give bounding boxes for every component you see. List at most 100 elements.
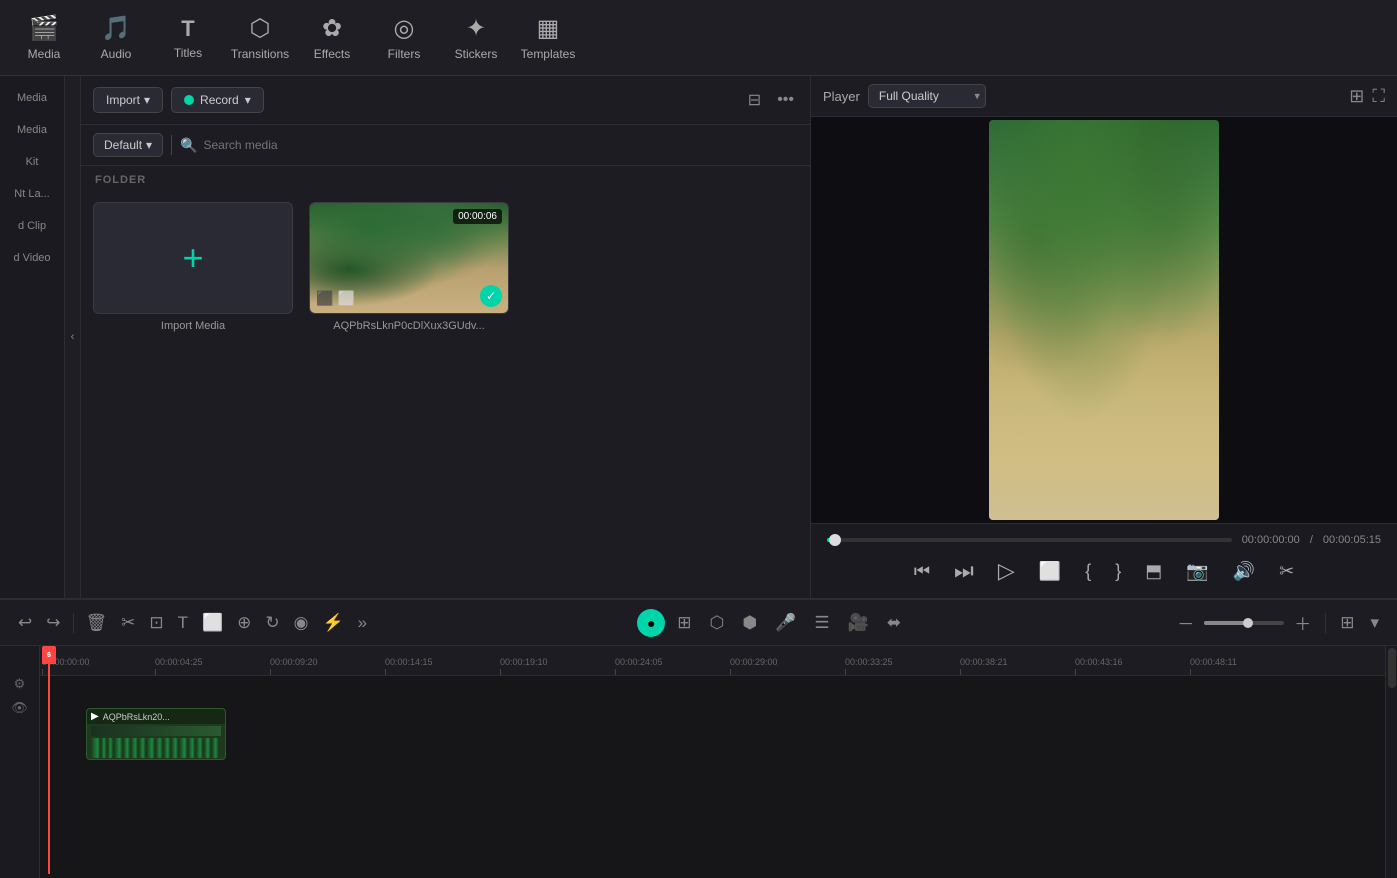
nav-item-effects[interactable]: ✿ Effects	[296, 3, 368, 73]
crop-button[interactable]: ✂	[1275, 557, 1298, 586]
more-options-button[interactable]: •••	[773, 87, 798, 113]
sidebar-item-media2[interactable]: Media	[3, 116, 61, 144]
timeline-mic-button[interactable]: 🎤	[769, 609, 802, 637]
playhead-line	[48, 664, 50, 874]
timeline-camera-button[interactable]: 🎥	[842, 609, 875, 637]
progress-thumb	[829, 534, 841, 546]
sort-chevron-icon: ▾	[146, 138, 152, 152]
quality-select[interactable]: Full Quality Half Quality Quarter Qualit…	[868, 84, 986, 108]
sidebar-item-video[interactable]: d Video	[3, 244, 61, 272]
timeline-shield-button[interactable]: ⬢	[736, 609, 763, 637]
progress-bar[interactable]	[827, 538, 1232, 542]
play-button[interactable]: ▷	[994, 554, 1019, 588]
time-separator: /	[1310, 534, 1313, 546]
timeline-lock-button[interactable]: ⬡	[704, 609, 731, 637]
video-thumb[interactable]: 00:00:06 ⬛ ⬜ ✓	[309, 202, 509, 314]
filters-icon: ◎	[394, 14, 415, 43]
redo-button[interactable]: ↪	[40, 609, 66, 637]
crop-timeline-button[interactable]: ⊡	[143, 609, 169, 637]
timeline-import-button[interactable]: ⬌	[881, 609, 907, 637]
video-card-label: AQPbRsLknP0cDlXux3GUdv...	[309, 320, 509, 332]
import-thumb[interactable]: +	[93, 202, 293, 314]
nav-label-templates: Templates	[521, 47, 576, 61]
grid-layout-button[interactable]: ⊞	[1334, 609, 1360, 637]
nav-label-media: Media	[28, 47, 61, 61]
ruler-mark-9: 00:00:43:16	[1075, 657, 1123, 675]
scrollbar-thumb[interactable]	[1388, 648, 1396, 688]
media-toolbar: Import ▾ Record ▾ ⊟ •••	[81, 76, 810, 125]
timeline-expand-button[interactable]: ▾	[1364, 609, 1385, 637]
ruler-mark-8: 00:00:38:21	[960, 657, 1008, 675]
zoom-slider[interactable]	[1204, 621, 1284, 625]
import-media-card[interactable]: + Import Media	[93, 202, 293, 332]
ruler-mark-2: 00:00:09:20	[270, 657, 318, 675]
main-body: Media Media Kit Nt La... d Clip d Video …	[0, 76, 1397, 598]
nav-item-transitions[interactable]: ⬡ Transitions	[224, 3, 296, 73]
default-sort-button[interactable]: Default ▾	[93, 133, 163, 157]
text-button[interactable]: T	[172, 609, 194, 637]
ruler-mark-5: 00:00:24:05	[615, 657, 663, 675]
main-record-button[interactable]: ●	[637, 609, 665, 637]
templates-icon: ▦	[537, 14, 560, 43]
undo-button[interactable]: ↩	[12, 609, 38, 637]
step-back-button[interactable]: ⏭	[950, 554, 978, 588]
timeline-main: 00:00:00:00 00:00:04:25 00:00:09:20 00:0…	[40, 646, 1385, 878]
track-eye-icon[interactable]: 👁	[11, 700, 28, 716]
motion-track-button[interactable]: ⊕	[231, 609, 257, 637]
record-button[interactable]: Record ▾	[171, 87, 264, 113]
chevron-left-icon: ‹	[71, 331, 75, 343]
nav-label-audio: Audio	[101, 47, 132, 61]
sidebar-collapse-button[interactable]: ‹	[65, 76, 81, 598]
delete-button[interactable]: 🗑	[80, 609, 114, 637]
current-time: 00:00:00:00	[1242, 534, 1300, 546]
more-tl-button[interactable]: »	[352, 609, 373, 637]
speed-button[interactable]: ↻	[259, 609, 285, 637]
quality-dropdown-wrapper[interactable]: Full Quality Half Quality Quarter Qualit…	[868, 84, 986, 108]
split-button[interactable]: ⬜	[196, 609, 229, 637]
total-time: 00:00:05:15	[1323, 534, 1381, 546]
zoom-in-button[interactable]: ＋	[1288, 606, 1317, 639]
media-search-row: Default ▾ 🔍	[81, 125, 810, 166]
nav-item-templates[interactable]: ▦ Templates	[512, 3, 584, 73]
export-frame-button[interactable]: ⬒	[1141, 557, 1166, 586]
sidebar-item-clip[interactable]: d Clip	[3, 212, 61, 240]
record-dot-icon	[184, 95, 194, 105]
search-input[interactable]	[204, 138, 799, 152]
video-overlay-icons: ⬛ ⬜	[316, 290, 355, 307]
clip-icon: ⬛	[316, 290, 333, 307]
skip-back-button[interactable]: ⏮	[910, 557, 934, 586]
sidebar-label6: d Video	[7, 252, 57, 264]
import-button[interactable]: Import ▾	[93, 87, 163, 113]
nav-item-stickers[interactable]: ✦ Stickers	[440, 3, 512, 73]
screenshot-button[interactable]: 📷	[1182, 557, 1212, 586]
timeline-list-button[interactable]: ☰	[808, 609, 835, 637]
stop-button[interactable]: ⬜	[1035, 557, 1065, 586]
nav-label-stickers: Stickers	[455, 47, 498, 61]
filter-icon-button[interactable]: ⊟	[744, 86, 765, 114]
titles-icon: T	[181, 16, 194, 42]
track-settings-icon[interactable]: ⚙	[14, 676, 26, 692]
timeline-scrollbar[interactable]	[1385, 646, 1397, 878]
video-media-card[interactable]: 00:00:06 ⬛ ⬜ ✓ AQPbRsLknP0cDlXux3GUdv...	[309, 202, 509, 332]
player-controls: 00:00:00:00 / 00:00:05:15 ⏮ ⏭ ▷ ⬜ { } ⬒ …	[811, 523, 1397, 598]
nav-item-media[interactable]: 🎬 Media	[8, 3, 80, 73]
grid-view-icon[interactable]: ⊞	[1349, 86, 1364, 107]
cut-button[interactable]: ✂	[115, 609, 141, 637]
tl-separator1	[73, 613, 74, 633]
sidebar-item-ntla[interactable]: Nt La...	[3, 180, 61, 208]
nav-item-filters[interactable]: ◎ Filters	[368, 3, 440, 73]
timeline-add-track-button[interactable]: ⊞	[671, 609, 697, 637]
zoom-out-button[interactable]: －	[1171, 606, 1200, 639]
fullscreen-icon[interactable]: ⛶	[1372, 86, 1385, 107]
nav-item-titles[interactable]: T Titles	[152, 3, 224, 73]
ai-button[interactable]: ⚡	[317, 609, 350, 637]
sidebar-item-kit[interactable]: Kit	[3, 148, 61, 176]
sidebar-item-media[interactable]: Media	[3, 84, 61, 112]
volume-button[interactable]: 🔊	[1229, 557, 1259, 586]
media-grid: + Import Media 00:00:06 ⬛ ⬜ ✓ AQPbRsLknP…	[81, 194, 810, 340]
left-sidebar: Media Media Kit Nt La... d Clip d Video	[0, 76, 65, 598]
video-clip[interactable]: ▶ AQPbRsLkn20...	[86, 708, 226, 760]
nav-item-audio[interactable]: 🎵 Audio	[80, 3, 152, 73]
timeline-section: ↩ ↪ 🗑 ✂ ⊡ T ⬜ ⊕ ↻ ◉ ⚡ » ● ⊞ ⬡ ⬢ 🎤 ☰ 🎥 ⬌ …	[0, 598, 1397, 878]
chroma-button[interactable]: ◉	[288, 609, 315, 637]
